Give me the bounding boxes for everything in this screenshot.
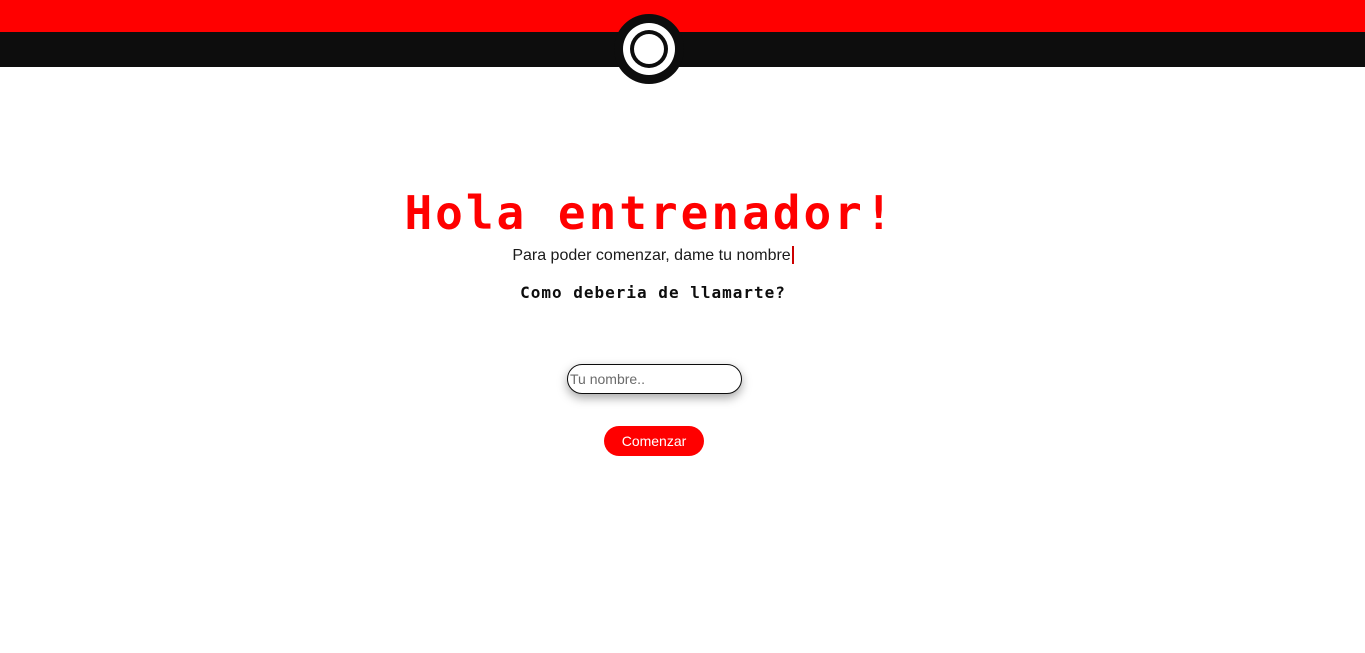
- name-question: Como deberia de llamarte?: [520, 283, 786, 302]
- name-input[interactable]: [567, 364, 742, 394]
- intro-text: Para poder comenzar, dame tu nombre: [0, 246, 1306, 266]
- top-header: [0, 0, 1365, 84]
- header-red-band: [0, 0, 1365, 32]
- text-caret: [791, 246, 794, 264]
- page-title: Hola entrenador!: [404, 186, 896, 240]
- start-button[interactable]: Comenzar: [604, 426, 704, 456]
- pokeball-icon[interactable]: [614, 14, 684, 84]
- intro-text-label: Para poder comenzar, dame tu nombre: [512, 247, 791, 264]
